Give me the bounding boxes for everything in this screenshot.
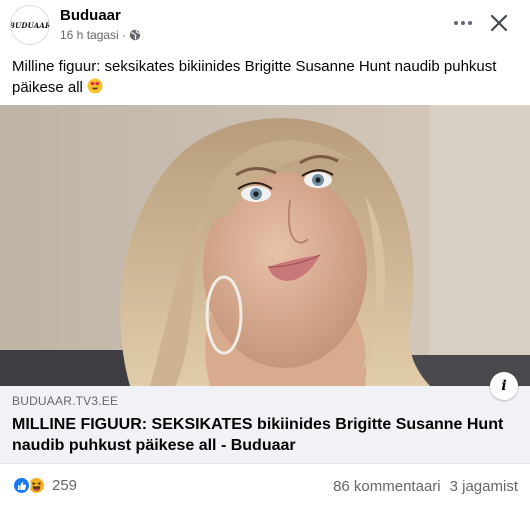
link-preview-card[interactable]: i BUDUAAR.TV3.EE MILLINE FIGUUR: SEKSIKA…: [0, 372, 530, 464]
post-meta: 16 h tagasi ·: [60, 28, 141, 42]
close-button[interactable]: [484, 8, 514, 38]
post-header: BUDUAAR Buduaar 16 h tagasi ·: [0, 0, 530, 48]
info-button[interactable]: i: [490, 372, 518, 400]
post-timestamp[interactable]: 16 h tagasi: [60, 28, 119, 42]
like-reaction-icon: [12, 476, 31, 495]
shares-count-link[interactable]: 3 jagamist: [450, 478, 518, 495]
globe-icon[interactable]: [129, 29, 141, 41]
reactions-summary[interactable]: 259: [12, 476, 77, 495]
reaction-count: 259: [52, 477, 78, 494]
more-options-icon: [454, 21, 458, 25]
more-options-dot: [468, 21, 472, 25]
meta-separator: ·: [121, 28, 126, 42]
post-message: Milline figuur: seksikates bikiinides Br…: [12, 56, 518, 98]
page-name-link[interactable]: Buduaar: [60, 7, 121, 24]
post-footer: 259 86 kommentaari 3 jagamist: [0, 464, 530, 505]
more-options-dot: [461, 21, 465, 25]
link-domain: BUDUAAR.TV3.EE: [12, 394, 119, 408]
portrait-image: [0, 105, 530, 386]
post-message-text: Milline figuur: seksikates bikiinides Br…: [12, 58, 497, 96]
close-icon: [490, 14, 508, 32]
heart-eyes-emoji: [87, 78, 103, 94]
engagement-stats: 86 kommentaari 3 jagamist: [333, 478, 518, 495]
more-options-button[interactable]: [448, 8, 478, 38]
page-avatar[interactable]: BUDUAAR: [10, 5, 50, 45]
comments-count-link[interactable]: 86 kommentaari: [333, 478, 441, 495]
link-title[interactable]: MILLINE FIGUUR: SEKSIKATES bikiinides Br…: [12, 414, 512, 456]
avatar-logo-text: BUDUAAR: [10, 20, 50, 30]
article-photo[interactable]: [0, 105, 530, 386]
